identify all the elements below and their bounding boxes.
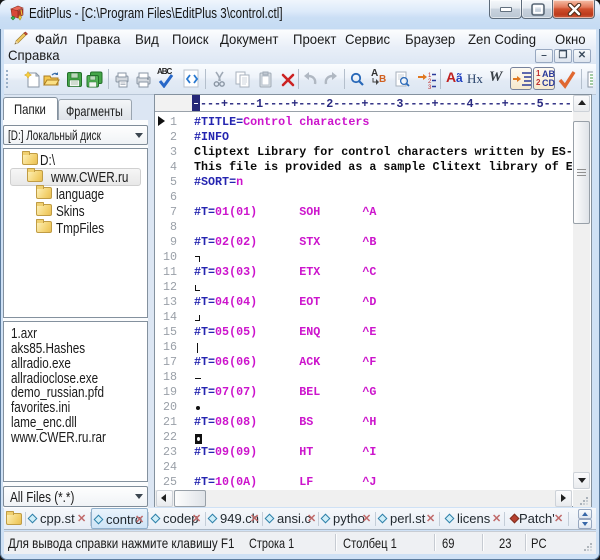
svg-text:3: 3 [428,85,432,90]
